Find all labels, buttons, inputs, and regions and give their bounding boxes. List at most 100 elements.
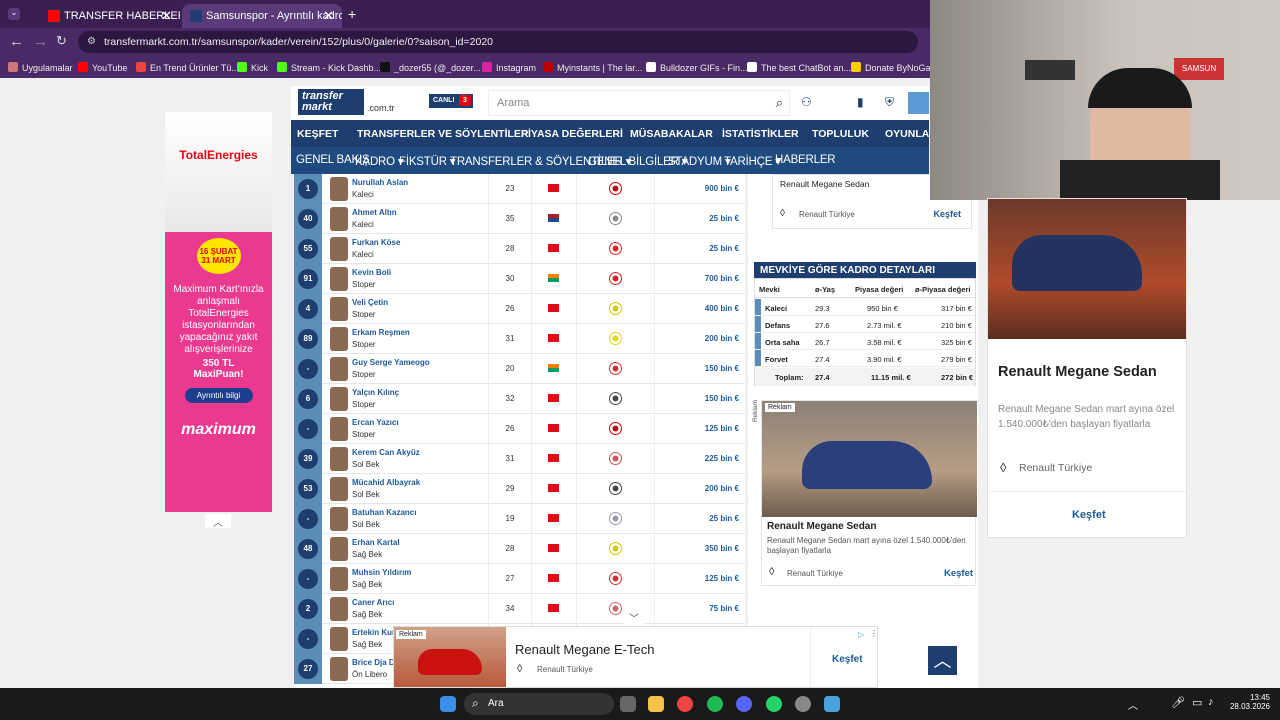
player-name-link[interactable]: Kerem Can Akyüz (352, 448, 420, 457)
url-field[interactable]: ⚙ transfermarkt.com.tr/samsunspor/kader/… (78, 31, 918, 53)
close-icon[interactable]: ✕ (161, 8, 172, 24)
user-search-icon[interactable]: ⚇ (801, 95, 812, 109)
site-info-icon[interactable]: ⚙ (87, 36, 96, 47)
subnav-item[interactable]: TARİHÇE ▾ (724, 154, 781, 168)
bookmark-icon[interactable]: ▮ (857, 95, 864, 109)
player-name-link[interactable]: Batuhan Kazancı (352, 508, 416, 517)
left-side-ad[interactable]: TotalEnergies 16 ŞUBAT 31 MART Maximum Ka… (165, 112, 272, 512)
ad-cta-button[interactable]: Ayrıntılı bilgi (184, 388, 253, 403)
nav-item[interactable]: PİYASA DEĞERLERİ (521, 128, 623, 140)
shield-icon[interactable]: ⛨ (885, 95, 894, 110)
whatsapp-icon[interactable] (766, 696, 782, 712)
club-crest-icon[interactable] (609, 302, 622, 315)
club-crest-icon[interactable] (609, 482, 622, 495)
ad-cta-button[interactable]: Keşfet (944, 568, 973, 579)
bookmark-item[interactable]: Kick (237, 62, 268, 73)
club-crest-icon[interactable] (609, 392, 622, 405)
ad-cta-button[interactable]: Keşfet (832, 654, 863, 665)
player-name-link[interactable]: Furkan Köse (352, 238, 400, 247)
bookmark-item[interactable]: En Trend Ürünler Tü... (136, 62, 239, 73)
bookmark-item[interactable]: Bulldozer GIFs - Fin... (646, 62, 748, 73)
club-crest-icon[interactable] (609, 332, 622, 345)
subnav-item[interactable]: FİKSTÜR ▾ (399, 154, 456, 168)
market-value[interactable]: 25 bin € (709, 244, 739, 253)
club-crest-icon[interactable] (609, 542, 622, 555)
clock[interactable]: 13:45 28.03.2026 (1226, 693, 1270, 711)
collapse-bottom-ad-button[interactable]: ﹀ (623, 610, 645, 626)
market-value[interactable]: 400 bin € (705, 304, 739, 313)
reload-icon[interactable]: ↻ (56, 33, 67, 49)
club-crest-icon[interactable] (609, 242, 622, 255)
bottom-sticky-ad[interactable]: Reklam Renault Megane E-Tech ◊ Renault T… (393, 626, 878, 688)
nav-item[interactable]: TOPLULUK (812, 128, 869, 140)
new-tab-button[interactable]: + (348, 6, 356, 22)
discord-icon[interactable] (736, 696, 752, 712)
big-ad-card[interactable]: Renault Megane Sedan Renault Megane Seda… (987, 198, 1187, 538)
market-value[interactable]: 25 bin € (709, 214, 739, 223)
renault-ad-card[interactable]: Reklam Renault Megane Sedan Renault Mega… (761, 400, 977, 586)
nav-item[interactable]: TRANSFERLER VE SÖYLENTİLER (357, 128, 529, 140)
player-name-link[interactable]: Erkam Reşmen (352, 328, 410, 337)
player-name-link[interactable]: Ercan Yazıcı (352, 418, 399, 427)
volume-icon[interactable]: ♪ (1208, 696, 1214, 708)
task-view-icon[interactable] (620, 696, 636, 712)
market-value[interactable]: 125 bin € (705, 574, 739, 583)
market-value[interactable]: 350 bin € (705, 544, 739, 553)
market-value[interactable]: 200 bin € (705, 334, 739, 343)
steam-icon[interactable] (795, 696, 811, 712)
transfermarkt-logo[interactable]: transfer markt (298, 89, 364, 115)
bookmark-item[interactable]: Myinstants | The lar... (543, 62, 642, 73)
subnav-item[interactable]: STADYUM ▾ (668, 154, 731, 168)
bookmark-item[interactable]: YouTube (78, 62, 127, 73)
subnav-item[interactable]: KADRO ▾ (355, 154, 404, 168)
player-name-link[interactable]: Ertekin Kur (352, 628, 395, 637)
subnav-item[interactable]: HABERLER (775, 154, 836, 166)
market-value[interactable]: 25 bin € (709, 514, 739, 523)
player-name-link[interactable]: Erhan Kartal (352, 538, 400, 547)
market-value[interactable]: 700 bin € (705, 274, 739, 283)
tab-youtube[interactable]: TRANSFER HABERLERİ 2026 Fı ✕ (20, 4, 180, 28)
ad-info-icon[interactable]: ▷ (858, 630, 864, 639)
bookmark-item[interactable]: _dozer55 (@_dozer... (380, 62, 481, 73)
close-icon[interactable]: ✕ (323, 8, 334, 24)
live-button[interactable]: CANLI 3 (429, 94, 473, 108)
market-value[interactable]: 150 bin € (705, 394, 739, 403)
ad-cta-button[interactable]: Keşfet (1072, 509, 1106, 521)
club-crest-icon[interactable] (609, 212, 622, 225)
nav-item[interactable]: KEŞFET (297, 128, 338, 140)
club-crest-icon[interactable] (609, 572, 622, 585)
player-name-link[interactable]: Veli Çetin (352, 298, 388, 307)
file-explorer-icon[interactable] (648, 696, 664, 712)
microphone-icon[interactable]: 🎤︎ (1171, 696, 1185, 709)
club-crest-icon[interactable] (609, 362, 622, 375)
club-crest-icon[interactable] (609, 272, 622, 285)
market-value[interactable]: 75 bin € (709, 604, 739, 613)
collapse-ad-button[interactable]: ︿ (205, 514, 231, 529)
player-name-link[interactable]: Guy Serge Yameogo (352, 358, 430, 367)
market-value[interactable]: 150 bin € (705, 364, 739, 373)
tab-transfermarkt[interactable]: Samsunspor - Ayrıntılı kadro 20 ✕ (182, 4, 342, 28)
back-icon[interactable]: ← (9, 33, 24, 50)
network-icon[interactable]: ▭ (1192, 696, 1202, 709)
chrome-icon[interactable] (677, 696, 693, 712)
player-name-link[interactable]: Mücahid Albayrak (352, 478, 420, 487)
market-value[interactable]: 225 bin € (705, 454, 739, 463)
club-crest-icon[interactable] (609, 602, 622, 615)
player-name-link[interactable]: Muhsin Yıldırım (352, 568, 411, 577)
taskbar-search[interactable]: ⌕ Ara (464, 693, 614, 715)
scroll-to-top-button[interactable]: ︿ (928, 646, 957, 675)
player-name-link[interactable]: Nurullah Aslan (352, 178, 408, 187)
app-icon[interactable] (824, 696, 840, 712)
club-crest-icon[interactable] (609, 452, 622, 465)
bookmark-item[interactable]: Uygulamalar (8, 62, 73, 73)
club-crest-icon[interactable] (609, 422, 622, 435)
club-crest-icon[interactable] (609, 182, 622, 195)
player-name-link[interactable]: Ahmet Altın (352, 208, 397, 217)
search-input[interactable]: Arama ⌕ (488, 90, 790, 116)
tray-chevron-icon[interactable]: ︿ (1128, 697, 1138, 712)
ad-cta-button[interactable]: Keşfet (933, 209, 961, 219)
market-value[interactable]: 200 bin € (705, 484, 739, 493)
player-name-link[interactable]: Caner Arıcı (352, 598, 394, 607)
nav-item[interactable]: İSTATİSTİKLER (722, 128, 799, 140)
player-name-link[interactable]: Kevin Boli (352, 268, 391, 277)
